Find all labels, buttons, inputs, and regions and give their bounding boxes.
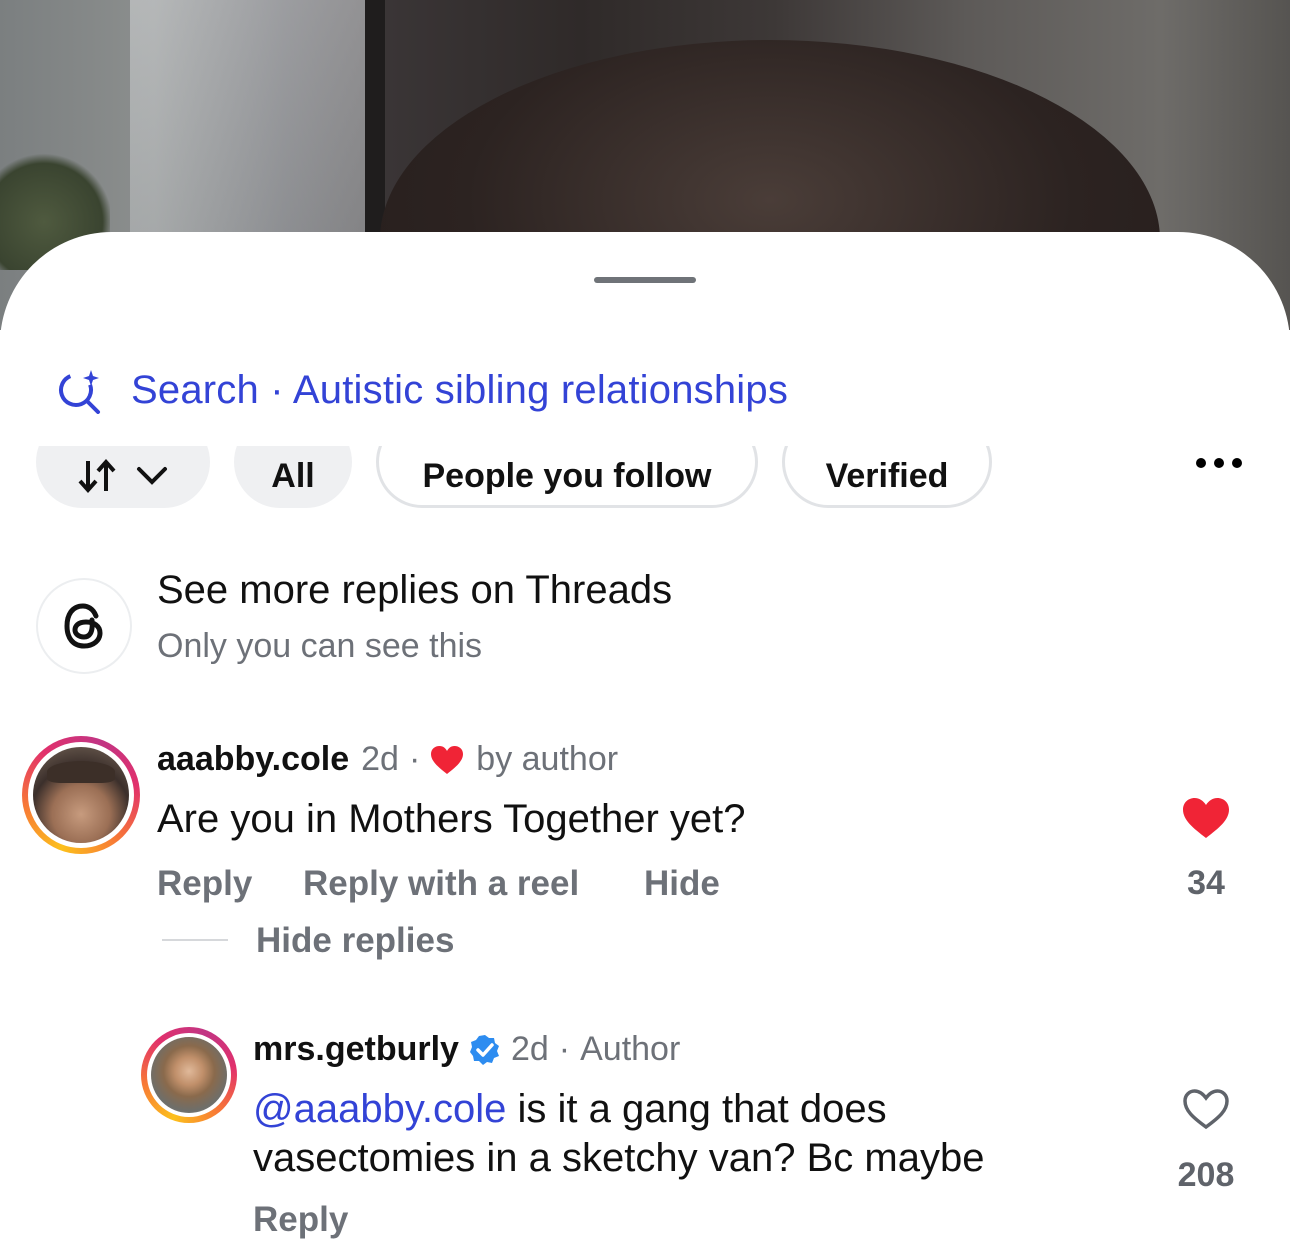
separator-dot: · bbox=[408, 740, 421, 778]
comment-username[interactable]: mrs.getburly bbox=[253, 1030, 459, 1069]
sort-button[interactable] bbox=[36, 446, 210, 508]
heart-filled-icon bbox=[431, 745, 464, 774]
threads-prompt-title[interactable]: See more replies on Threads bbox=[157, 568, 672, 613]
like-count: 34 bbox=[1187, 864, 1225, 902]
comment-time: 2d bbox=[361, 740, 399, 778]
threads-prompt-subtitle: Only you can see this bbox=[157, 627, 483, 665]
filter-chip-label: Verified bbox=[825, 456, 949, 495]
background-window bbox=[130, 0, 370, 250]
sort-arrows-icon bbox=[78, 459, 116, 493]
filter-chip-label: All bbox=[271, 456, 315, 495]
more-options-icon[interactable] bbox=[1196, 458, 1242, 468]
separator-dot: · bbox=[558, 1030, 571, 1068]
avatar[interactable] bbox=[22, 736, 140, 854]
mention-link[interactable]: @aaabby.cole bbox=[253, 1087, 506, 1131]
hide-button[interactable]: Hide bbox=[644, 864, 720, 904]
background-door-frame bbox=[365, 0, 385, 250]
comment-username[interactable]: aaabby.cole bbox=[157, 740, 349, 779]
comment-text: @aaabby.cole is it a gang that does vase… bbox=[253, 1085, 1093, 1183]
filter-chip-verified[interactable]: Verified bbox=[782, 446, 992, 508]
filter-chip-all[interactable]: All bbox=[234, 446, 352, 508]
like-heart-filled-icon[interactable] bbox=[1182, 797, 1230, 839]
liked-by-author-label: by author bbox=[476, 740, 619, 778]
avatar[interactable] bbox=[141, 1027, 237, 1123]
verified-badge-icon bbox=[469, 1034, 499, 1065]
reply-button[interactable]: Reply bbox=[157, 864, 252, 904]
filter-chip-people-you-follow[interactable]: People you follow bbox=[376, 446, 758, 508]
hide-replies-button[interactable]: Hide replies bbox=[256, 921, 454, 961]
threads-logo-icon[interactable] bbox=[36, 578, 132, 674]
reply-button[interactable]: Reply bbox=[253, 1200, 348, 1240]
filter-chips: All People you follow Verified bbox=[0, 446, 1290, 512]
reply-with-reel-button[interactable]: Reply with a reel bbox=[303, 864, 579, 904]
comments-sheet: Search · Autistic sibling relationships … bbox=[0, 232, 1290, 1260]
replies-divider bbox=[162, 939, 228, 941]
sparkle-search-icon bbox=[59, 370, 100, 414]
comment-text: Are you in Mothers Together yet? bbox=[157, 797, 746, 841]
search-suggestion-text: Search · Autistic sibling relationships bbox=[131, 367, 789, 412]
like-heart-outline-icon[interactable] bbox=[1182, 1088, 1230, 1130]
comment-header: mrs.getburly 2d · Author bbox=[253, 1030, 680, 1069]
filter-chip-label: People you follow bbox=[422, 456, 712, 495]
search-suggestion[interactable]: Search · Autistic sibling relationships bbox=[55, 364, 788, 416]
comment-time: 2d bbox=[510, 1030, 549, 1068]
like-count: 208 bbox=[1177, 1156, 1235, 1194]
comment-header: aaabby.cole 2d · by author bbox=[157, 740, 618, 779]
chevron-down-icon bbox=[137, 467, 167, 485]
author-label: Author bbox=[580, 1030, 681, 1068]
sheet-grabber[interactable] bbox=[594, 277, 696, 283]
